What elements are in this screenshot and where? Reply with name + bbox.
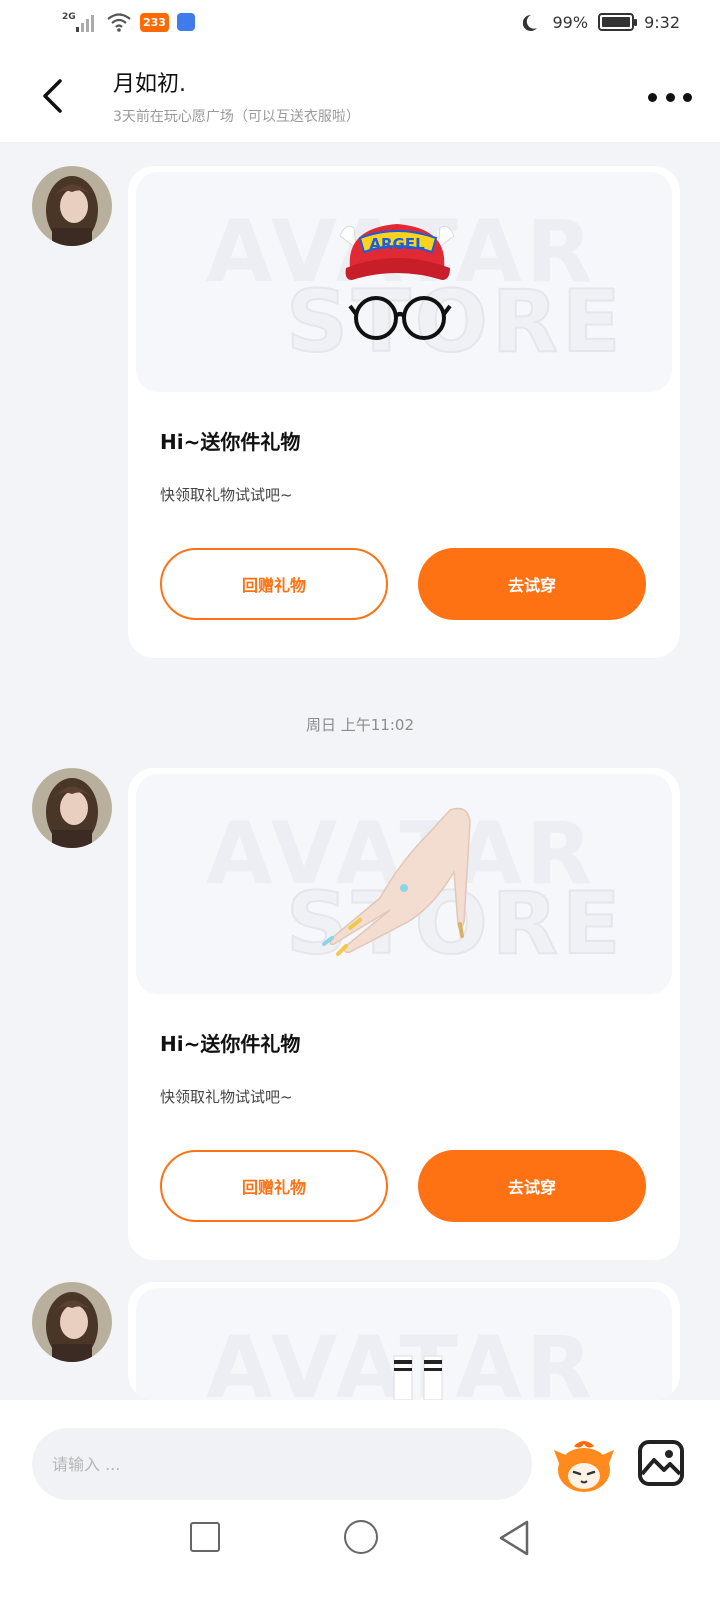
- more-dot-icon: [648, 92, 657, 102]
- sender-avatar[interactable]: [32, 166, 112, 246]
- chat-header: 月如初. 3天前在玩心愿广场（可以互送衣服啦）: [0, 50, 720, 142]
- message-timestamp: 周日 上午11:02: [306, 716, 414, 734]
- avatar-image: [32, 768, 112, 848]
- gift-card: AVATAR STORE Hi~送你件礼物 快领取礼物试试吧~ 回赠礼物 去试穿: [128, 768, 680, 1260]
- gift-card-title: Hi~送你件礼物: [160, 430, 301, 454]
- app-notification-icon: [176, 13, 195, 31]
- return-gift-button[interactable]: 回赠礼物: [160, 1150, 388, 1222]
- status-bar: 2G 233 99% 9:32: [0, 0, 720, 50]
- more-dot-icon: [665, 92, 675, 102]
- image-gallery-icon: [638, 1440, 684, 1486]
- sender-avatar[interactable]: [32, 768, 112, 848]
- mascot-icon: [554, 1441, 614, 1492]
- chat-subtitle: 3天前在玩心愿广场（可以互送衣服啦）: [113, 109, 360, 125]
- gift-item-image[interactable]: AVATAR STORE ARGEL: [136, 172, 672, 392]
- socks-icon: [393, 1355, 443, 1400]
- cap-and-glasses-icon: ARGEL: [339, 224, 455, 340]
- chat-title: 月如初.: [113, 72, 186, 97]
- gift-item-image[interactable]: AVATAR: [136, 1288, 672, 1400]
- cap-text: ARGEL: [369, 235, 425, 253]
- gift-card: AVATAR: [128, 1282, 680, 1400]
- moon-icon: [522, 14, 537, 31]
- more-dot-icon: [683, 92, 692, 102]
- hand-with-nails-icon: [322, 807, 471, 956]
- sender-avatar[interactable]: [32, 1282, 112, 1362]
- cellular-signal-icon: 2G: [62, 12, 94, 32]
- return-gift-button[interactable]: 回赠礼物: [160, 548, 388, 620]
- gift-item-image[interactable]: AVATAR STORE: [136, 774, 672, 994]
- clock: 9:32: [644, 12, 680, 32]
- back-nav-button[interactable]: [495, 1518, 535, 1558]
- avatar-image: [32, 166, 112, 246]
- try-on-button[interactable]: 去试穿: [418, 548, 646, 620]
- home-button[interactable]: [344, 1520, 378, 1554]
- emoji-mascot-button[interactable]: [552, 1436, 616, 1496]
- system-nav-bar: [0, 1490, 720, 1600]
- gift-card-description: 快领取礼物试试吧~: [160, 486, 293, 504]
- send-image-button[interactable]: [636, 1438, 686, 1488]
- status-left: 2G 233: [62, 10, 195, 34]
- notification-badge: 233: [140, 12, 169, 32]
- gift-card-title: Hi~送你件礼物: [160, 1032, 301, 1056]
- battery-icon: [598, 13, 638, 31]
- more-options-button[interactable]: [648, 82, 692, 112]
- avatar-image: [32, 1282, 112, 1362]
- wifi-icon: [107, 13, 131, 32]
- network-type: 2G: [62, 12, 76, 22]
- recents-button[interactable]: [190, 1522, 220, 1552]
- battery-percent: 99%: [552, 12, 589, 32]
- status-right: 99% 9:32: [522, 12, 680, 32]
- try-on-button[interactable]: 去试穿: [418, 1150, 646, 1222]
- gift-card: AVATAR STORE ARGEL Hi~送你件礼物 快领取礼物试试吧~ 回赠…: [128, 166, 680, 658]
- back-button[interactable]: [32, 72, 72, 120]
- back-arrow-icon: [43, 79, 62, 113]
- gift-card-description: 快领取礼物试试吧~: [160, 1088, 293, 1106]
